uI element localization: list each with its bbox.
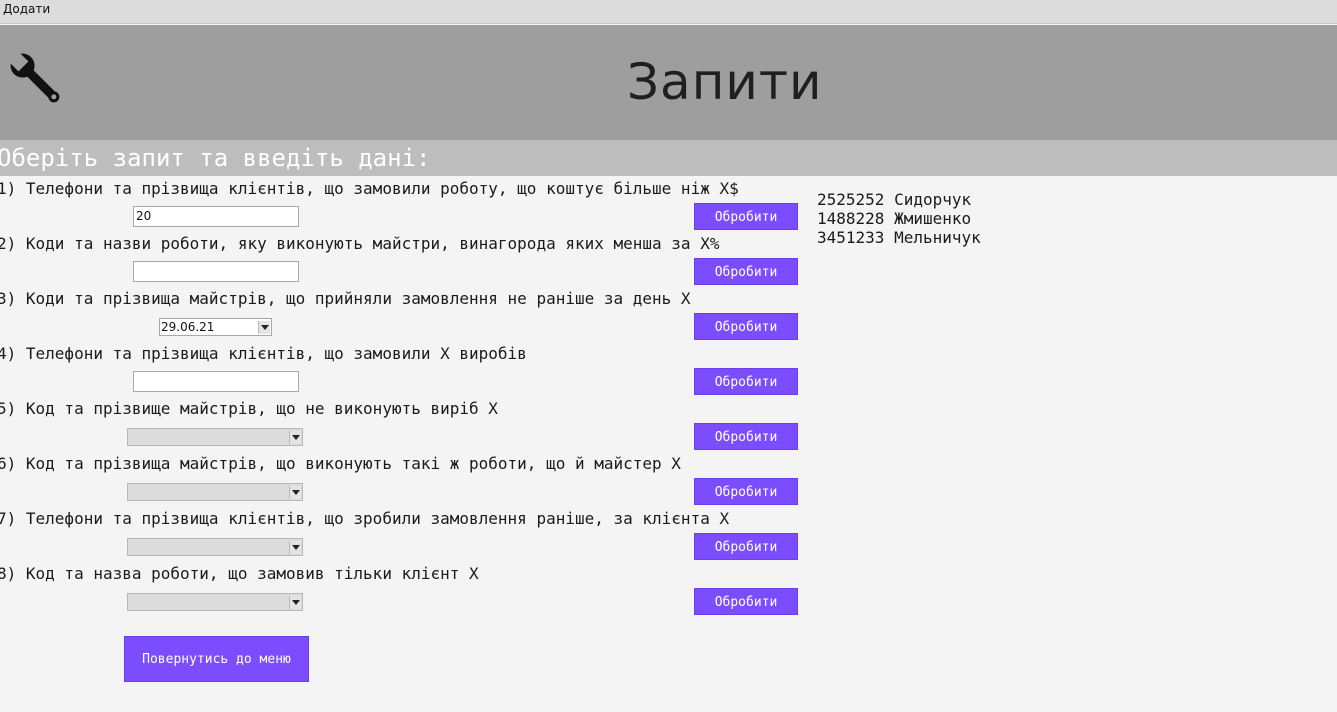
- list-item: 1488228 Жмишенко: [817, 209, 972, 228]
- query-7-label: 7) Телефони та прізвища клієнтів, що зро…: [0, 509, 730, 528]
- page-title: Запити: [627, 53, 823, 111]
- query-3-date-picker[interactable]: 29.06.21: [159, 318, 272, 336]
- query-7-select[interactable]: [127, 538, 303, 556]
- query-8-select[interactable]: [127, 593, 303, 611]
- query-8-label: 8) Код та назва роботи, що замовив тільк…: [0, 564, 479, 583]
- query-1-input[interactable]: 20: [133, 206, 299, 227]
- query-1-label: 1) Телефони та прізвища клієнтів, що зам…: [0, 179, 739, 198]
- back-to-menu-button[interactable]: Повернутись до меню: [124, 636, 309, 682]
- query-3-process-button[interactable]: Обробити: [694, 313, 798, 340]
- query-1-process-button[interactable]: Обробити: [694, 203, 798, 230]
- query-5-process-button[interactable]: Обробити: [694, 423, 798, 450]
- query-2-label: 2) Коди та назви роботи, яку виконують м…: [0, 234, 720, 253]
- chevron-down-icon[interactable]: [289, 431, 301, 444]
- query-5-select[interactable]: [127, 428, 303, 446]
- query-5-label: 5) Код та прізвище майстрів, що не викон…: [0, 399, 498, 418]
- menu-item-add[interactable]: Додати: [3, 2, 50, 16]
- results-list: 2525252 Сидорчук 1488228 Жмишенко 345123…: [817, 190, 981, 247]
- wrench-icon: [10, 53, 60, 103]
- query-6-process-button[interactable]: Обробити: [694, 478, 798, 505]
- chevron-down-icon[interactable]: [289, 596, 301, 609]
- query-6-select[interactable]: [127, 483, 303, 501]
- menu-bar: Додати: [0, 0, 1337, 24]
- query-6-label: 6) Код та прізвища майстрів, що виконуют…: [0, 454, 681, 473]
- instruction-text: Оберіть запит та введіть дані:: [0, 144, 431, 172]
- query-7-process-button[interactable]: Обробити: [694, 533, 798, 560]
- query-4-label: 4) Телефони та прізвища клієнтів, що зам…: [0, 344, 527, 363]
- list-item: 3451233 Мельничук: [817, 228, 981, 247]
- query-4-input[interactable]: [133, 371, 299, 392]
- header: Запити: [0, 25, 1337, 140]
- instruction-banner: Оберіть запит та введіть дані:: [0, 140, 1337, 176]
- date-value: 29.06.21: [161, 320, 215, 334]
- chevron-down-icon[interactable]: [258, 321, 270, 334]
- query-2-input[interactable]: [133, 261, 299, 282]
- chevron-down-icon[interactable]: [289, 541, 301, 554]
- query-4-process-button[interactable]: Обробити: [694, 368, 798, 395]
- query-8-process-button[interactable]: Обробити: [694, 588, 798, 615]
- query-3-label: 3) Коди та прізвища майстрів, що прийнял…: [0, 289, 691, 308]
- list-item: 2525252 Сидорчук: [817, 190, 972, 209]
- query-2-process-button[interactable]: Обробити: [694, 258, 798, 285]
- chevron-down-icon[interactable]: [289, 486, 301, 499]
